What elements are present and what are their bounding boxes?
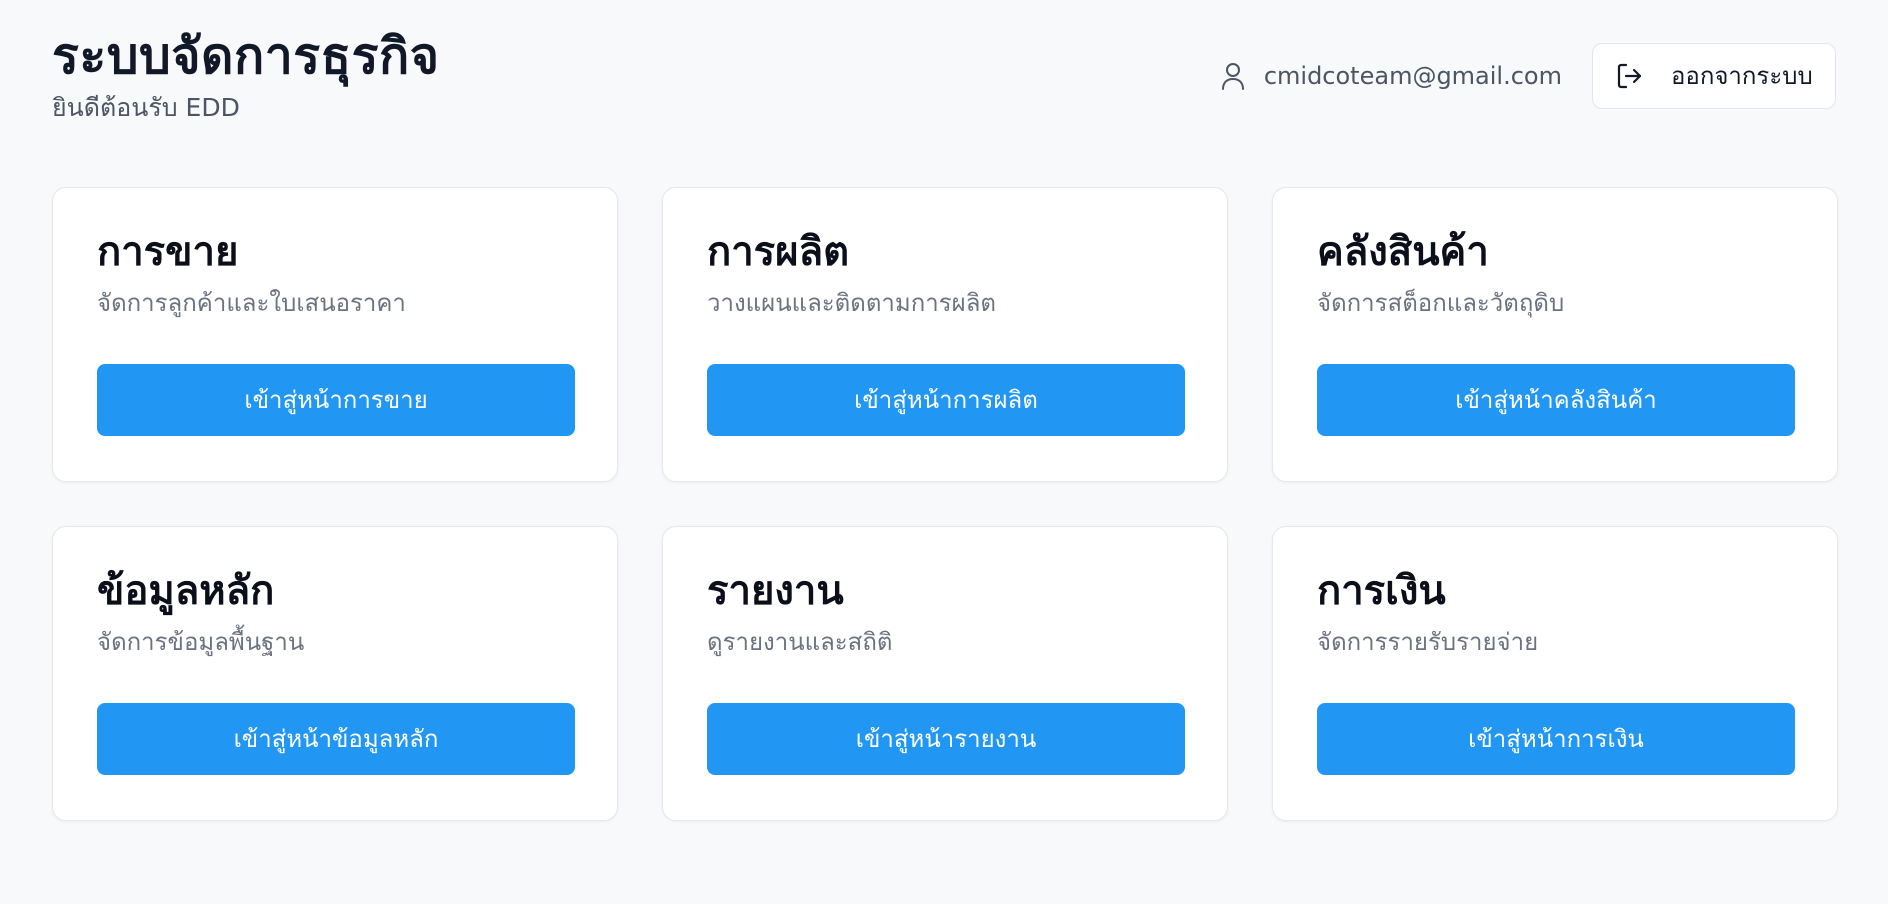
card-description: จัดการสต็อกและวัตถุดิบ bbox=[1317, 289, 1565, 317]
user-email: cmidcoteam@gmail.com bbox=[1263, 62, 1562, 90]
enter-finance-button[interactable]: เข้าสู่หน้าการเงิน bbox=[1317, 703, 1795, 775]
card-title: การขาย bbox=[97, 229, 239, 275]
module-card-production: การผลิต วางแผนและติดตามการผลิต เข้าสู่หน… bbox=[662, 187, 1228, 482]
logout-label: ออกจากระบบ bbox=[1671, 62, 1813, 90]
card-description: จัดการข้อมูลพื้นฐาน bbox=[97, 628, 305, 656]
card-description: วางแผนและติดตามการผลิต bbox=[707, 289, 996, 317]
card-title: ข้อมูลหลัก bbox=[97, 568, 275, 614]
enter-inventory-button[interactable]: เข้าสู่หน้าคลังสินค้า bbox=[1317, 364, 1795, 436]
page-header: ระบบจัดการธุรกิจ ยินดีต้อนรับ EDD cmidco… bbox=[52, 0, 1836, 165]
card-title: การเงิน bbox=[1317, 568, 1446, 614]
card-description: จัดการรายรับรายจ่าย bbox=[1317, 628, 1539, 656]
user-icon bbox=[1220, 61, 1246, 91]
enter-production-button[interactable]: เข้าสู่หน้าการผลิต bbox=[707, 364, 1185, 436]
card-title: คลังสินค้า bbox=[1317, 229, 1489, 275]
module-card-finance: การเงิน จัดการรายรับรายจ่าย เข้าสู่หน้าก… bbox=[1272, 526, 1838, 821]
enter-master-data-button[interactable]: เข้าสู่หน้าข้อมูลหลัก bbox=[97, 703, 575, 775]
user-area: cmidcoteam@gmail.com ออกจากระบบ bbox=[1220, 43, 1836, 109]
module-card-inventory: คลังสินค้า จัดการสต็อกและวัตถุดิบ เข้าสู… bbox=[1272, 187, 1838, 482]
card-description: ดูรายงานและสถิติ bbox=[707, 628, 893, 656]
module-card-sales: การขาย จัดการลูกค้าและใบเสนอราคา เข้าสู่… bbox=[52, 187, 618, 482]
card-description: จัดการลูกค้าและใบเสนอราคา bbox=[97, 289, 406, 317]
logout-icon bbox=[1615, 61, 1645, 91]
card-title: รายงาน bbox=[707, 568, 844, 614]
module-card-reports: รายงาน ดูรายงานและสถิติ เข้าสู่หน้ารายงา… bbox=[662, 526, 1228, 821]
card-title: การผลิต bbox=[707, 229, 850, 275]
module-card-master-data: ข้อมูลหลัก จัดการข้อมูลพื้นฐาน เข้าสู่หน… bbox=[52, 526, 618, 821]
module-grid: การขาย จัดการลูกค้าและใบเสนอราคา เข้าสู่… bbox=[52, 187, 1838, 821]
enter-sales-button[interactable]: เข้าสู่หน้าการขาย bbox=[97, 364, 575, 436]
user-info: cmidcoteam@gmail.com bbox=[1220, 61, 1562, 91]
logout-button[interactable]: ออกจากระบบ bbox=[1592, 43, 1836, 109]
welcome-subtitle: ยินดีต้อนรับ EDD bbox=[52, 93, 240, 122]
page-title: ระบบจัดการธุรกิจ bbox=[52, 27, 440, 85]
dashboard-page: ระบบจัดการธุรกิจ ยินดีต้อนรับ EDD cmidco… bbox=[0, 0, 1888, 904]
enter-reports-button[interactable]: เข้าสู่หน้ารายงาน bbox=[707, 703, 1185, 775]
